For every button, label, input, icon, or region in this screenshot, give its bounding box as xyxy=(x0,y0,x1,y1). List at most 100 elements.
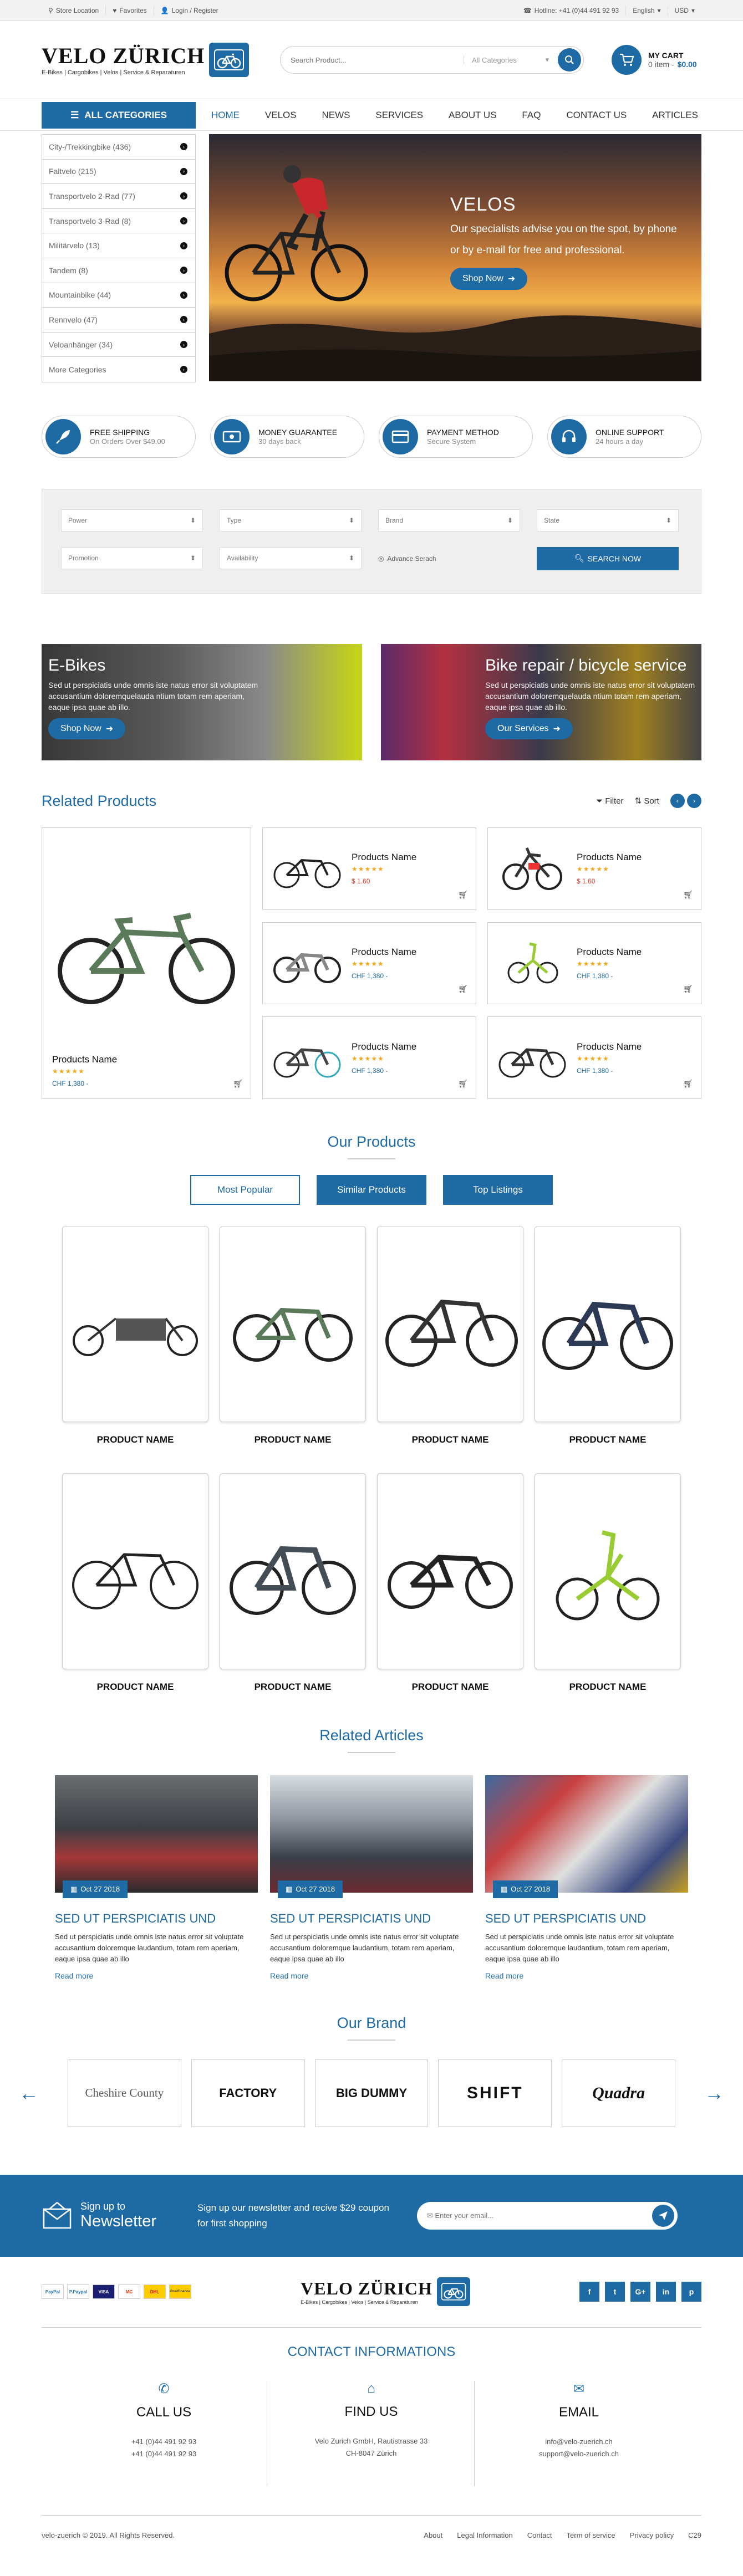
footer-link-terms[interactable]: Term of service xyxy=(567,2531,615,2539)
language-select[interactable]: English ▾ xyxy=(626,6,668,16)
category-item[interactable]: Transportvelo 3-Rad (8) › xyxy=(42,209,195,234)
subscribe-button[interactable] xyxy=(652,2204,674,2227)
product-item[interactable]: PRODUCT NAME xyxy=(535,1225,681,1445)
pinterest-icon[interactable]: p xyxy=(681,2282,701,2302)
shop-now-button[interactable]: Shop Now ➜ xyxy=(450,268,528,290)
tab-most-popular[interactable]: Most Popular xyxy=(190,1174,300,1205)
sort-button[interactable]: ⇅ Sort xyxy=(635,796,659,806)
nav-about[interactable]: ABOUT US xyxy=(445,110,500,121)
product-item[interactable]: PRODUCT NAME xyxy=(220,1473,366,1693)
product-card[interactable]: Products Name ★★★★★ CHF 1,380 - 🛒︎ xyxy=(487,1016,701,1099)
logo[interactable]: VELO ZÜRICH E-Bikes | Cargobikes | Velos… xyxy=(42,43,258,77)
facebook-icon[interactable]: f xyxy=(579,2282,599,2302)
filter-button[interactable]: ⏷ Filter xyxy=(596,796,624,806)
google-plus-icon[interactable]: G+ xyxy=(630,2282,650,2302)
nav-faq[interactable]: FAQ xyxy=(518,110,544,121)
promo-shop-now-button[interactable]: Shop Now ➜ xyxy=(48,718,126,739)
search-input[interactable] xyxy=(291,55,464,64)
article-title[interactable]: SED UT PERSPICIATIS UND xyxy=(270,1911,473,1926)
product-card[interactable]: Products Name ★★★★★ CHF 1,380 - 🛒︎ xyxy=(262,922,476,1005)
nav-velos[interactable]: VELOS xyxy=(262,110,300,121)
product-item[interactable]: PRODUCT NAME xyxy=(377,1473,523,1693)
prev-button[interactable]: ‹ xyxy=(670,794,685,809)
promotion-select[interactable]: Promotion ⬍ xyxy=(61,546,203,569)
product-item[interactable]: PRODUCT NAME xyxy=(220,1225,366,1445)
cart-icon[interactable]: 🛒︎ xyxy=(458,984,468,994)
product-card[interactable]: Products Name ★★★★★ $ 1.60 🛒︎ xyxy=(487,827,701,910)
search-category-select[interactable]: All Categories ▾ xyxy=(464,55,558,64)
linkedin-icon[interactable]: in xyxy=(655,2282,676,2302)
product-card[interactable]: Products Name ★★★★★ CHF 1,380 - 🛒︎ xyxy=(487,922,701,1005)
footer-logo[interactable]: VELO ZÜRICH E-Bikes | Cargobikes | Velos … xyxy=(301,2277,470,2307)
cart-icon[interactable]: 🛒︎ xyxy=(683,1079,693,1088)
article-title[interactable]: SED UT PERSPICIATIS UND xyxy=(485,1911,688,1926)
search-button[interactable] xyxy=(558,48,581,71)
brand-logo[interactable]: FACTORY xyxy=(191,2059,305,2127)
power-select[interactable]: Power ⬍ xyxy=(61,509,203,531)
footer-link-about[interactable]: About xyxy=(424,2531,442,2539)
read-more-link[interactable]: Read more xyxy=(270,1971,473,1980)
cart-icon[interactable]: 🛒︎ xyxy=(233,1079,243,1088)
cart-icon[interactable]: 🛒︎ xyxy=(458,890,468,899)
twitter-icon[interactable]: t xyxy=(604,2282,625,2302)
product-item[interactable]: PRODUCT NAME xyxy=(377,1225,523,1445)
category-item[interactable]: Mountainbike (44) › xyxy=(42,283,195,308)
read-more-link[interactable]: Read more xyxy=(485,1971,688,1980)
product-item[interactable]: PRODUCT NAME xyxy=(62,1473,208,1693)
state-select[interactable]: State ⬍ xyxy=(537,509,679,531)
search-now-button[interactable]: 🔍︎ SEARCH NOW xyxy=(537,546,679,570)
hotline-link[interactable]: ☎ Hotline: +41 (0)44 491 92 93 xyxy=(517,6,627,16)
cart-icon[interactable]: 🛒︎ xyxy=(683,984,693,994)
product-card-featured[interactable]: Products Name ★★★★★ CHF 1,380 - 🛒︎ xyxy=(42,827,251,1099)
category-item[interactable]: Veloanhänger (34) › xyxy=(42,333,195,357)
brand-logo[interactable]: BIG DUMMY xyxy=(314,2059,429,2127)
footer-link-legal[interactable]: Legal Information xyxy=(457,2531,512,2539)
advanced-search-toggle[interactable]: ◎ Advance Serach xyxy=(378,547,520,570)
all-categories-button[interactable]: ☰ ALL CATEGORIES xyxy=(42,102,196,129)
promo-services-button[interactable]: Our Services ➜ xyxy=(485,718,573,739)
footer-link-privacy[interactable]: Privacy policy xyxy=(630,2531,674,2539)
brand-logo[interactable]: SHIFT xyxy=(438,2059,552,2127)
cart-icon[interactable]: 🛒︎ xyxy=(683,890,693,899)
nav-news[interactable]: NEWS xyxy=(318,110,353,121)
cart-icon[interactable]: 🛒︎ xyxy=(458,1079,468,1088)
brand-logo[interactable]: Cheshire County xyxy=(68,2059,181,2127)
login-link[interactable]: 👤 Login / Register xyxy=(154,6,225,16)
nav-contact[interactable]: CONTACT US xyxy=(563,110,630,121)
tab-similar-products[interactable]: Similar Products xyxy=(317,1174,426,1205)
bike-image xyxy=(535,1225,681,1422)
nav-services[interactable]: SERVICES xyxy=(372,110,426,121)
category-item[interactable]: Tandem (8) › xyxy=(42,258,195,283)
favorites-link[interactable]: ♥ Favorites xyxy=(106,6,154,16)
product-card[interactable]: Products Name ★★★★★ CHF 1,380 - 🛒︎ xyxy=(262,1016,476,1099)
footer-link-contact[interactable]: Contact xyxy=(527,2531,552,2539)
promo-banners: E-Bikes Sed ut perspiciatis unde omnis i… xyxy=(42,643,701,760)
category-item[interactable]: Rennvelo (47) › xyxy=(42,308,195,333)
nav-home[interactable]: HOME xyxy=(208,110,243,121)
nav-articles[interactable]: ARTICLES xyxy=(649,110,701,121)
sort-arrows-icon: ⬍ xyxy=(507,516,513,524)
type-select[interactable]: Type ⬍ xyxy=(220,509,362,531)
header: VELO ZÜRICH E-Bikes | Cargobikes | Velos… xyxy=(0,21,743,99)
next-button[interactable]: › xyxy=(687,794,701,809)
brand-select[interactable]: Brand ⬍ xyxy=(378,509,520,531)
arrow-right-icon[interactable]: → xyxy=(704,2082,724,2105)
category-item[interactable]: Faltvelo (215) › xyxy=(42,160,195,185)
category-item-more[interactable]: More Categories › xyxy=(42,357,195,382)
email-input[interactable] xyxy=(435,2211,652,2220)
category-item[interactable]: Militärvelo (13) › xyxy=(42,233,195,258)
brand-logo[interactable]: Quadra xyxy=(562,2059,675,2127)
currency-select[interactable]: USD ▾ xyxy=(668,6,701,16)
store-location-link[interactable]: ⚲ Store Location xyxy=(42,6,106,16)
product-card[interactable]: Products Name ★★★★★ $ 1.60 🛒︎ xyxy=(262,827,476,910)
category-item[interactable]: Transportvelo 2-Rad (77) › xyxy=(42,184,195,209)
article-title[interactable]: SED UT PERSPICIATIS UND xyxy=(55,1911,258,1926)
category-item[interactable]: City-/Trekkingbike (436) › xyxy=(42,135,195,160)
availability-select[interactable]: Availability ⬍ xyxy=(220,546,362,569)
arrow-left-icon[interactable]: ← xyxy=(19,2082,39,2105)
product-item[interactable]: PRODUCT NAME xyxy=(62,1225,208,1445)
read-more-link[interactable]: Read more xyxy=(55,1971,258,1980)
product-item[interactable]: PRODUCT NAME xyxy=(535,1473,681,1693)
tab-top-listings[interactable]: Top Listings xyxy=(443,1174,553,1205)
cart-button[interactable]: MY CART 0 item - $0.00 xyxy=(612,45,697,75)
